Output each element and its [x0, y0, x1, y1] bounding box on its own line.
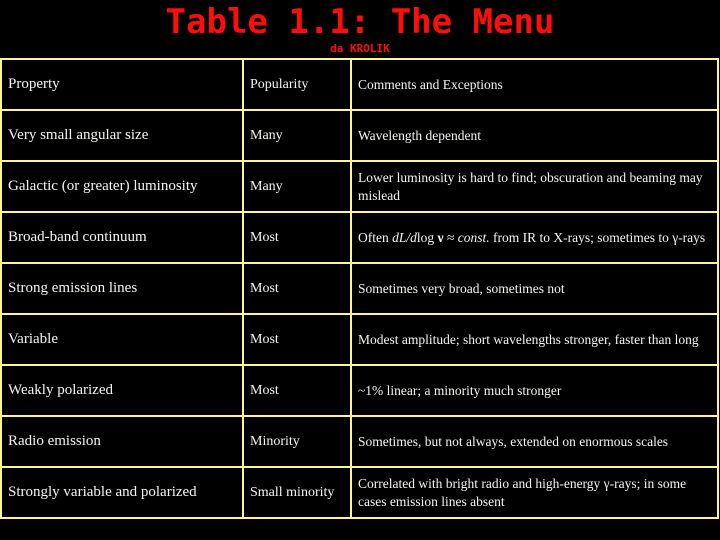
cell-comments: Sometimes very broad, sometimes not: [350, 262, 719, 315]
cell-comments: Correlated with bright radio and high-en…: [350, 466, 719, 519]
table-row: Strongly variable and polarized Small mi…: [0, 466, 719, 519]
cell-popularity: Most: [242, 364, 352, 417]
page-title: Table 1.1: The Menu: [165, 2, 555, 42]
table-row: Very small angular size Many Wavelength …: [0, 109, 719, 162]
cell-comments: ~1% linear; a minority much stronger: [350, 364, 719, 417]
table-row: Broad-band continuum Most Often dL/dlog …: [0, 211, 719, 264]
cell-property: Weakly polarized: [0, 364, 244, 417]
math-dl-d: dL/d: [392, 229, 417, 245]
cell-property: Strong emission lines: [0, 262, 244, 315]
table-row: Galactic (or greater) luminosity Many Lo…: [0, 160, 719, 213]
math-log: log: [416, 229, 438, 245]
cell-comments: Often dL/dlog ν ≈ const. from IR to X-ra…: [350, 211, 719, 264]
cell-popularity: Most: [242, 262, 352, 315]
table-row: Strong emission lines Most Sometimes ver…: [0, 262, 719, 315]
cell-comments: Lower luminosity is hard to find; obscur…: [350, 160, 719, 213]
page-subtitle: da KROLIK: [330, 42, 390, 55]
cell-property: Variable: [0, 313, 244, 366]
cell-comments: Wavelength dependent: [350, 109, 719, 162]
table-row: Radio emission Minority Sometimes, but n…: [0, 415, 719, 468]
table-row: Variable Most Modest amplitude; short wa…: [0, 313, 719, 366]
cell-comments: Sometimes, but not always, extended on e…: [350, 415, 719, 468]
cell-property: Broad-band continuum: [0, 211, 244, 264]
column-header-comments: Comments and Exceptions: [350, 58, 719, 111]
cell-popularity: Many: [242, 160, 352, 213]
cell-comments: Modest amplitude; short wavelengths stro…: [350, 313, 719, 366]
table-header-row: Property Popularity Comments and Excepti…: [0, 58, 719, 111]
comment-prefix: Often: [358, 229, 393, 245]
comment-suffix: from IR to X-rays; sometimes to γ-rays: [489, 229, 706, 245]
column-header-popularity: Popularity: [242, 58, 352, 111]
math-const: const.: [457, 229, 490, 245]
cell-popularity: Most: [242, 211, 352, 264]
cell-popularity: Many: [242, 109, 352, 162]
cell-popularity: Most: [242, 313, 352, 366]
math-approx: ≈: [443, 229, 458, 245]
table-row: Weakly polarized Most ~1% linear; a mino…: [0, 364, 719, 417]
cell-popularity: Minority: [242, 415, 352, 468]
cell-property: Radio emission: [0, 415, 244, 468]
cell-property: Very small angular size: [0, 109, 244, 162]
cell-popularity: Small minority: [242, 466, 352, 519]
menu-table: Property Popularity Comments and Excepti…: [0, 58, 719, 519]
cell-property: Galactic (or greater) luminosity: [0, 160, 244, 213]
cell-property: Strongly variable and polarized: [0, 466, 244, 519]
column-header-property: Property: [0, 58, 244, 111]
